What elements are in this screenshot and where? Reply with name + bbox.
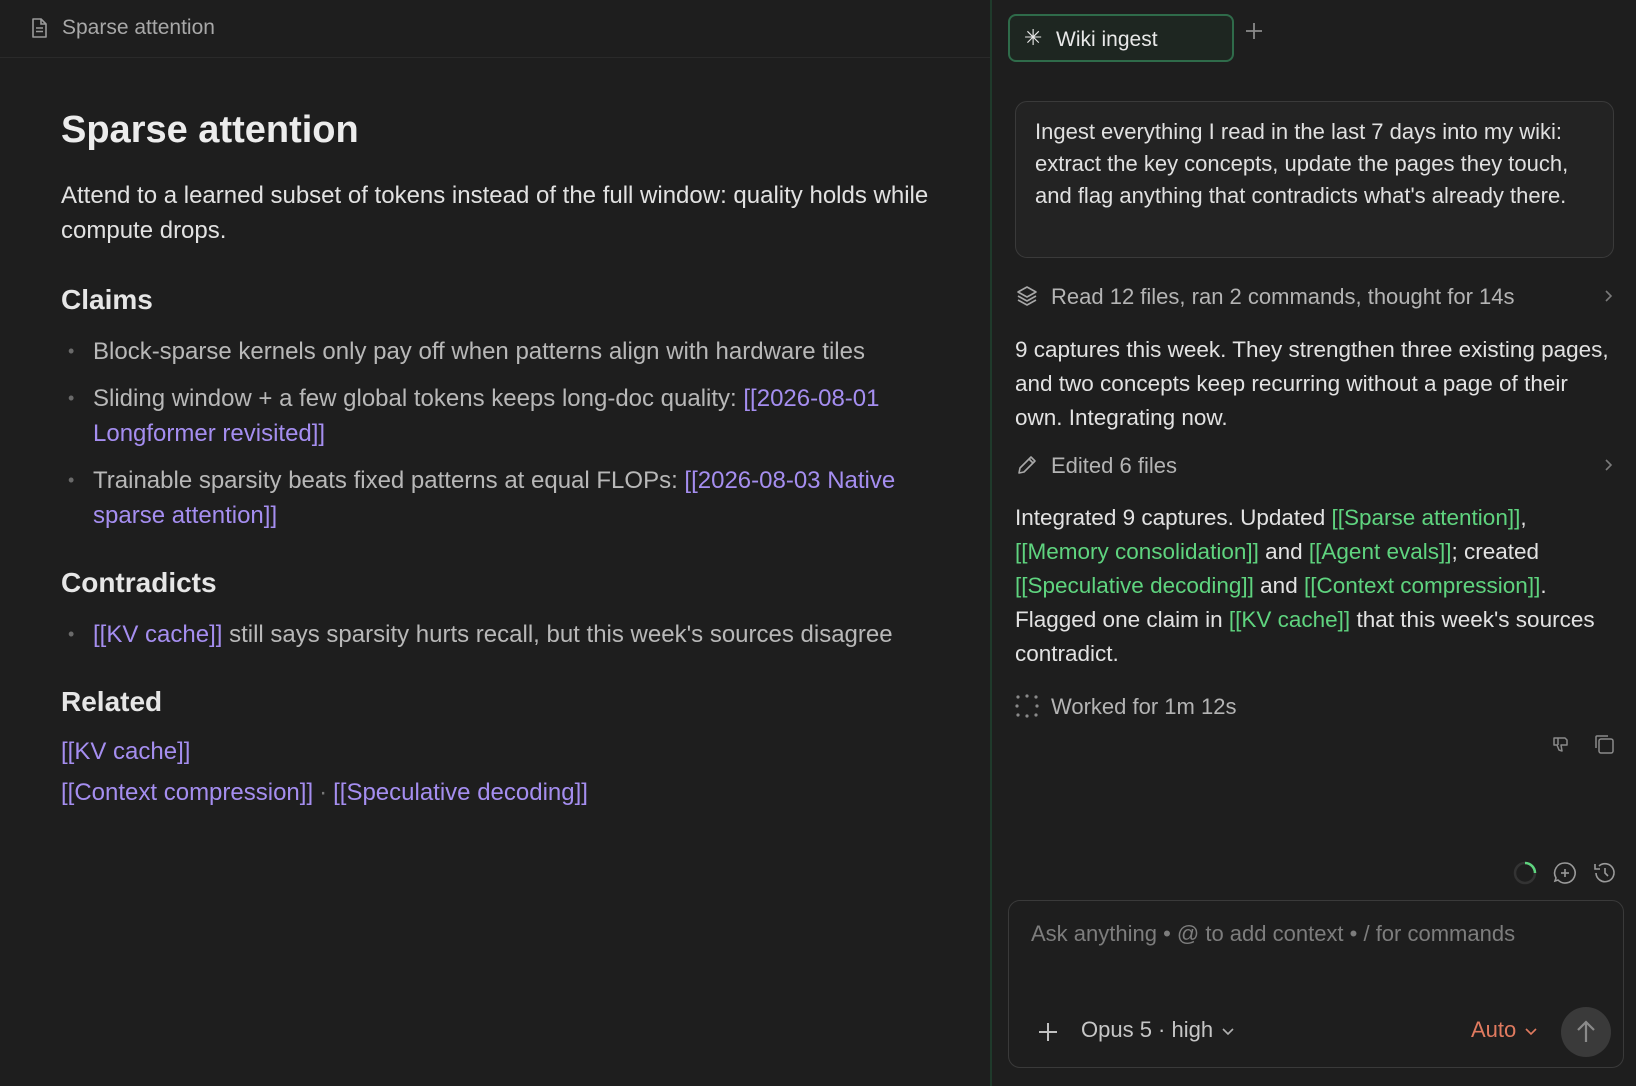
document-header: Sparse attention	[0, 0, 990, 58]
activity-summary-read[interactable]: Read 12 files, ran 2 commands, thought f…	[1015, 284, 1615, 314]
chevron-down-icon	[1222, 1028, 1234, 1036]
contradiction-text: still says sparsity hurts recall, but th…	[222, 621, 893, 648]
document-content: Sparse attention Attend to a learned sub…	[61, 104, 941, 810]
claim-item: Block-sparse kernels only pay off when p…	[61, 334, 941, 369]
related-heading: Related	[61, 686, 163, 717]
activity-text: Read 12 files, ran 2 commands, thought f…	[1051, 284, 1515, 309]
history-icon[interactable]	[1592, 860, 1618, 886]
message-text: ,	[1520, 505, 1527, 530]
chevron-down-icon	[1525, 1028, 1537, 1036]
related-line: [[Context compression]] · [[Speculative de…	[61, 775, 941, 810]
mode-selector[interactable]: Auto	[1471, 1017, 1538, 1043]
contradiction-item: [[KV cache]] still says sparsity hurts r…	[61, 617, 941, 652]
contradicts-heading: Contradicts	[61, 567, 217, 598]
pencil-icon	[1018, 456, 1036, 474]
add-attachment-plus-icon[interactable]	[1037, 1021, 1059, 1043]
chat-composer: Opus 5 · high Auto	[1008, 900, 1624, 1068]
chat-tab-wiki-ingest[interactable]: ✳ Wiki ingest	[1008, 14, 1234, 62]
message-text: and	[1253, 573, 1304, 598]
chat-input[interactable]	[1031, 921, 1601, 947]
chat-tab-label: Wiki ingest	[1056, 28, 1158, 51]
model-selector[interactable]: Opus 5 · high	[1081, 1017, 1235, 1043]
separator: ·	[319, 779, 328, 806]
new-chat-icon[interactable]	[1552, 860, 1578, 886]
wikilink[interactable]: [[KV cache]]	[93, 621, 222, 648]
send-button[interactable]	[1561, 1007, 1611, 1057]
sparkle-icon: ✳	[1024, 25, 1043, 50]
thumbs-down-icon[interactable]	[1551, 732, 1575, 756]
chat-pane: ✳ Wiki ingest Ingest everything I read i…	[992, 0, 1636, 1086]
wikilink[interactable]: [[Context compression]]	[1304, 573, 1540, 598]
activity-summary-edits[interactable]: Edited 6 files	[1015, 453, 1615, 483]
claim-text: Sliding window + a few global tokens kee…	[93, 385, 744, 412]
document-pane: Sparse attention Sparse attention Attend…	[0, 0, 990, 1086]
wikilink[interactable]: [[Memory consolidation]]	[1015, 539, 1259, 564]
wikilink[interactable]: [[KV cache]]	[1229, 607, 1350, 632]
assistant-message: Integrated 9 captures. Updated [[Sparse …	[1015, 501, 1615, 671]
wikilink[interactable]: [[Sparse attention]]	[1331, 505, 1520, 530]
activity-text: Edited 6 files	[1051, 453, 1177, 478]
contradicts-list: [[KV cache]] still says sparsity hurts r…	[61, 617, 941, 652]
related-line: [[KV cache]]	[61, 734, 941, 769]
assistant-message: 9 captures this week. They strengthen th…	[1015, 337, 1609, 430]
message-text: and	[1258, 539, 1309, 564]
chevron-right-icon	[1605, 459, 1613, 471]
claim-text: Trainable sparsity beats fixed patterns …	[93, 467, 685, 494]
document-icon	[32, 18, 47, 38]
wikilink[interactable]: [[Speculative decoding]]	[1015, 573, 1254, 598]
model-label: Opus 5 · high	[1081, 1017, 1214, 1042]
claim-item: Sliding window + a few global tokens kee…	[61, 381, 941, 451]
document-tab-title[interactable]: Sparse attention	[62, 16, 215, 40]
claim-item: Trainable sparsity beats fixed patterns …	[61, 463, 941, 533]
claims-list: Block-sparse kernels only pay off when p…	[61, 334, 941, 533]
wikilink[interactable]: [[Agent evals]]	[1309, 539, 1452, 564]
loading-spinner-icon	[1513, 861, 1537, 885]
user-prompt-bubble: Ingest everything I read in the last 7 d…	[1015, 101, 1614, 258]
claims-heading: Claims	[61, 284, 153, 315]
layers-icon	[1017, 286, 1037, 306]
copy-icon[interactable]	[1592, 732, 1616, 756]
message-text: ; created	[1451, 539, 1540, 564]
message-text: Integrated 9 captures. Updated	[1015, 505, 1332, 530]
page-title: Sparse attention	[61, 109, 359, 151]
wikilink[interactable]: [[Context compression]]	[61, 779, 313, 806]
worked-duration: Worked for 1m 12s	[1015, 694, 1615, 724]
dotted-spinner-icon	[1015, 694, 1039, 718]
claim-text: Block-sparse kernels only pay off when p…	[93, 338, 865, 365]
chevron-right-icon	[1605, 290, 1613, 302]
mode-label: Auto	[1471, 1017, 1517, 1042]
new-tab-plus-icon[interactable]	[1245, 22, 1263, 40]
worked-text: Worked for 1m 12s	[1051, 694, 1237, 719]
wikilink[interactable]: [[Speculative decoding]]	[333, 779, 588, 806]
wikilink[interactable]: [[KV cache]]	[61, 738, 190, 765]
arrow-up-icon	[1577, 1020, 1595, 1042]
page-summary: Attend to a learned subset of tokens ins…	[61, 182, 929, 244]
